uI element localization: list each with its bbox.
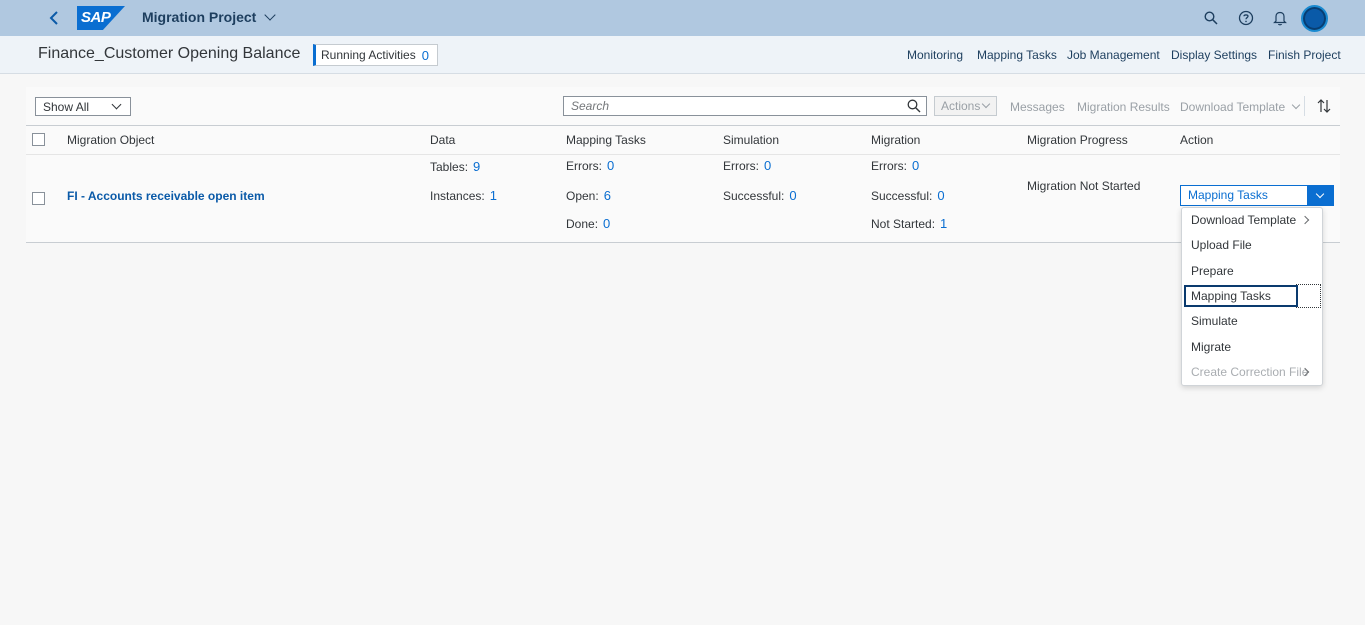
- app-title: Migration Project: [142, 9, 257, 25]
- action-dropdown-button[interactable]: [1307, 186, 1333, 205]
- search-input[interactable]: [571, 99, 891, 113]
- menu-item-prepare[interactable]: Prepare: [1182, 259, 1322, 284]
- migration-errors: Errors: 0: [871, 158, 919, 173]
- mapping-done: Done: 0: [566, 216, 610, 231]
- running-activities-button[interactable]: Running Activities 0: [313, 44, 438, 66]
- column-header-migration-object[interactable]: Migration Object: [67, 133, 154, 147]
- mapping-done-label: Done:: [566, 217, 599, 231]
- nav-mapping-tasks[interactable]: Mapping Tasks: [977, 48, 1057, 62]
- menu-item-migrate[interactable]: Migrate: [1182, 335, 1322, 360]
- tables-label: Tables:: [430, 160, 469, 174]
- chevron-down-icon: [1291, 100, 1301, 110]
- back-icon[interactable]: [44, 8, 64, 28]
- nav-monitoring[interactable]: Monitoring: [907, 48, 963, 62]
- mapping-done-value[interactable]: 0: [603, 216, 610, 231]
- migration-errors-value[interactable]: 0: [912, 158, 919, 173]
- data-tables: Tables: 9: [430, 159, 480, 174]
- select-all-checkbox[interactable]: [32, 133, 45, 146]
- page-title: Finance_Customer Opening Balance: [38, 45, 301, 62]
- mapping-open: Open: 6: [566, 188, 611, 203]
- search-icon[interactable]: [907, 99, 921, 113]
- migration-errors-label: Errors:: [871, 159, 907, 173]
- mapping-open-value[interactable]: 6: [604, 188, 611, 203]
- mapping-errors: Errors: 0: [566, 158, 614, 173]
- row-checkbox[interactable]: [32, 192, 45, 205]
- migration-object-link[interactable]: FI - Accounts receivable open item: [67, 189, 265, 203]
- simulation-successful: Successful: 0: [723, 188, 797, 203]
- column-header-migration[interactable]: Migration: [871, 133, 920, 147]
- shell-bar: SAP Migration Project: [0, 0, 1365, 36]
- help-icon[interactable]: [1236, 8, 1256, 28]
- menu-item-download-template[interactable]: Download Template: [1182, 208, 1322, 233]
- column-header-simulation[interactable]: Simulation: [723, 133, 779, 147]
- action-split-button: Mapping Tasks: [1180, 185, 1334, 206]
- column-header-mapping-tasks[interactable]: Mapping Tasks: [566, 133, 646, 147]
- mapping-open-label: Open:: [566, 189, 599, 203]
- migration-not-started: Not Started: 1: [871, 216, 947, 231]
- actions-button[interactable]: Actions: [934, 96, 997, 116]
- nav-finish-project[interactable]: Finish Project: [1268, 48, 1341, 62]
- mapping-errors-value[interactable]: 0: [607, 158, 614, 173]
- simulation-errors-value[interactable]: 0: [764, 158, 771, 173]
- simulation-errors: Errors: 0: [723, 158, 771, 173]
- action-main-button[interactable]: Mapping Tasks: [1181, 186, 1307, 205]
- migration-not-started-label: Not Started:: [871, 217, 936, 231]
- instances-label: Instances:: [430, 189, 485, 203]
- migration-progress-status: Migration Not Started: [1027, 179, 1141, 193]
- sap-logo: SAP: [77, 6, 125, 30]
- nav-job-management[interactable]: Job Management: [1067, 48, 1160, 62]
- table-divider: [26, 154, 1340, 155]
- column-header-migration-progress[interactable]: Migration Progress: [1027, 133, 1128, 147]
- table-divider: [26, 125, 1340, 126]
- migration-successful: Successful: 0: [871, 188, 945, 203]
- chevron-down-icon: [264, 9, 277, 21]
- avatar[interactable]: [1301, 5, 1328, 32]
- bell-icon[interactable]: [1270, 8, 1290, 28]
- simulation-errors-label: Errors:: [723, 159, 759, 173]
- table-divider: [26, 242, 1340, 243]
- sort-icon[interactable]: [1314, 97, 1334, 115]
- mapping-errors-label: Errors:: [566, 159, 602, 173]
- running-activities-count: 0: [421, 47, 429, 63]
- tables-value[interactable]: 9: [473, 159, 480, 174]
- menu-item-label: Download Template: [1191, 213, 1297, 227]
- migration-not-started-value[interactable]: 1: [940, 216, 947, 231]
- running-activities-label: Running Activities: [321, 48, 416, 62]
- filter-select[interactable]: Show All: [35, 97, 131, 116]
- column-header-data[interactable]: Data: [430, 133, 455, 147]
- menu-item-create-correction-file: Create Correction File: [1182, 360, 1322, 385]
- data-instances: Instances: 1: [430, 188, 497, 203]
- focus-outline: [1296, 284, 1321, 308]
- filter-select-value: Show All: [43, 99, 90, 114]
- search-icon[interactable]: [1201, 8, 1221, 28]
- simulation-successful-label: Successful:: [723, 189, 785, 203]
- simulation-successful-value[interactable]: 0: [789, 188, 796, 203]
- migration-successful-value[interactable]: 0: [937, 188, 944, 203]
- search-field[interactable]: [563, 96, 927, 116]
- menu-item-upload-file[interactable]: Upload File: [1182, 233, 1322, 258]
- download-template-button[interactable]: Download Template: [1180, 100, 1301, 114]
- migration-successful-label: Successful:: [871, 189, 933, 203]
- toolbar-separator: [1304, 96, 1305, 116]
- chevron-down-icon: [981, 99, 991, 109]
- messages-button[interactable]: Messages: [1010, 100, 1065, 114]
- instances-value[interactable]: 1: [490, 188, 497, 203]
- download-template-label: Download Template: [1180, 100, 1286, 114]
- column-header-action[interactable]: Action: [1180, 133, 1213, 147]
- object-header: Finance_Customer Opening Balance Running…: [0, 36, 1365, 74]
- app-title-menu[interactable]: Migration Project: [142, 9, 277, 25]
- menu-item-simulate[interactable]: Simulate: [1182, 309, 1322, 334]
- menu-item-label: Create Correction File: [1191, 365, 1309, 379]
- chevron-down-icon: [111, 99, 122, 110]
- menu-item-mapping-tasks[interactable]: Mapping Tasks: [1184, 285, 1298, 307]
- actions-label: Actions: [941, 99, 981, 113]
- migration-results-button[interactable]: Migration Results: [1077, 100, 1170, 114]
- chevron-right-icon: [1300, 215, 1310, 225]
- chevron-down-icon: [1315, 189, 1325, 199]
- nav-display-settings[interactable]: Display Settings: [1171, 48, 1257, 62]
